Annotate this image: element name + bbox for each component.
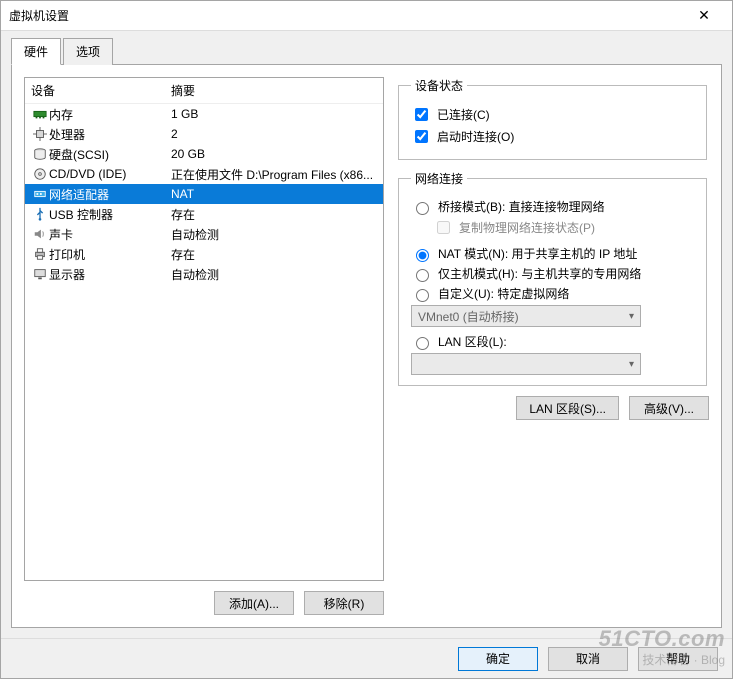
lan-segments-button[interactable]: LAN 区段(S)...: [516, 396, 619, 420]
device-row-sound[interactable]: 声卡 自动检测: [25, 224, 383, 244]
hostonly-radio-row[interactable]: 仅主机模式(H): 与主机共享的专用网络: [411, 265, 694, 282]
add-button[interactable]: 添加(A)...: [214, 591, 294, 615]
footer: 确定 取消 帮助: [1, 638, 732, 678]
bridged-radio[interactable]: [416, 202, 429, 215]
replicate-checkbox-row: 复制物理网络连接状态(P): [433, 218, 694, 237]
dialog-body: 硬件 选项 设备 摘要 内存 1 GB 处理器: [1, 31, 732, 638]
bridged-radio-row[interactable]: 桥接模式(B): 直接连接物理网络: [411, 198, 694, 215]
device-row-cpu[interactable]: 处理器 2: [25, 124, 383, 144]
nat-radio-row[interactable]: NAT 模式(N): 用于共享主机的 IP 地址: [411, 245, 694, 262]
advanced-button[interactable]: 高级(V)...: [629, 396, 709, 420]
remove-button[interactable]: 移除(R): [304, 591, 384, 615]
right-buttons: LAN 区段(S)... 高级(V)...: [396, 396, 709, 420]
vmnet-select: VMnet0 (自动桥接) ▾: [411, 305, 641, 327]
lan-radio[interactable]: [416, 337, 429, 350]
help-button[interactable]: 帮助: [638, 647, 718, 671]
tab-options[interactable]: 选项: [63, 38, 113, 65]
lan-radio-row[interactable]: LAN 区段(L):: [411, 333, 694, 350]
memory-icon: [31, 107, 49, 121]
replicate-checkbox: [437, 221, 450, 234]
device-row-network[interactable]: 网络适配器 NAT: [25, 184, 383, 204]
custom-radio-row[interactable]: 自定义(U): 特定虚拟网络: [411, 285, 694, 302]
chevron-down-icon: ▾: [629, 311, 634, 322]
left-buttons: 添加(A)... 移除(R): [24, 591, 384, 615]
tab-bar: 硬件 选项: [11, 37, 722, 65]
cpu-icon: [31, 127, 49, 141]
connected-checkbox[interactable]: [415, 108, 428, 121]
connect-on-start-checkbox-row[interactable]: 启动时连接(O): [411, 127, 694, 146]
col-device: 设备: [31, 82, 171, 99]
tab-hardware[interactable]: 硬件: [11, 38, 61, 65]
right-panel: 设备状态 已连接(C) 启动时连接(O) 网络连接 桥接模式(B): 直接连接物…: [396, 77, 709, 615]
lan-select: ▾: [411, 353, 641, 375]
titlebar: 虚拟机设置 ✕: [1, 1, 732, 31]
close-icon[interactable]: ✕: [684, 7, 724, 24]
nat-radio[interactable]: [416, 249, 429, 262]
hostonly-radio[interactable]: [416, 269, 429, 282]
device-row-cddvd[interactable]: CD/DVD (IDE) 正在使用文件 D:\Program Files (x8…: [25, 164, 383, 184]
device-list-header: 设备 摘要: [25, 78, 383, 104]
connect-on-start-checkbox[interactable]: [415, 130, 428, 143]
custom-radio[interactable]: [416, 289, 429, 302]
cd-icon: [31, 167, 49, 181]
chevron-down-icon: ▾: [629, 359, 634, 370]
network-icon: [31, 187, 49, 201]
vmnet-select-row: VMnet0 (自动桥接) ▾: [411, 305, 694, 327]
device-row-disk[interactable]: 硬盘(SCSI) 20 GB: [25, 144, 383, 164]
ok-button[interactable]: 确定: [458, 647, 538, 671]
device-state-group: 设备状态 已连接(C) 启动时连接(O): [398, 77, 707, 160]
window-title: 虚拟机设置: [9, 7, 684, 24]
device-row-memory[interactable]: 内存 1 GB: [25, 104, 383, 124]
device-row-usb[interactable]: USB 控制器 存在: [25, 204, 383, 224]
device-state-legend: 设备状态: [411, 77, 467, 94]
network-group: 网络连接 桥接模式(B): 直接连接物理网络 复制物理网络连接状态(P) NAT…: [398, 170, 707, 386]
lan-select-row: ▾: [411, 353, 694, 375]
sound-icon: [31, 227, 49, 241]
cancel-button[interactable]: 取消: [548, 647, 628, 671]
network-legend: 网络连接: [411, 170, 467, 187]
connected-checkbox-row[interactable]: 已连接(C): [411, 105, 694, 124]
printer-icon: [31, 247, 49, 261]
display-icon: [31, 267, 49, 281]
device-row-display[interactable]: 显示器 自动检测: [25, 264, 383, 284]
usb-icon: [31, 207, 49, 221]
col-summary: 摘要: [171, 82, 195, 99]
device-row-printer[interactable]: 打印机 存在: [25, 244, 383, 264]
device-list: 设备 摘要 内存 1 GB 处理器 2 硬盘(: [24, 77, 384, 581]
disk-icon: [31, 147, 49, 161]
vm-settings-dialog: 虚拟机设置 ✕ 硬件 选项 设备 摘要 内存 1 GB: [0, 0, 733, 679]
main-area: 设备 摘要 内存 1 GB 处理器 2 硬盘(: [11, 65, 722, 628]
left-panel: 设备 摘要 内存 1 GB 处理器 2 硬盘(: [24, 77, 384, 615]
